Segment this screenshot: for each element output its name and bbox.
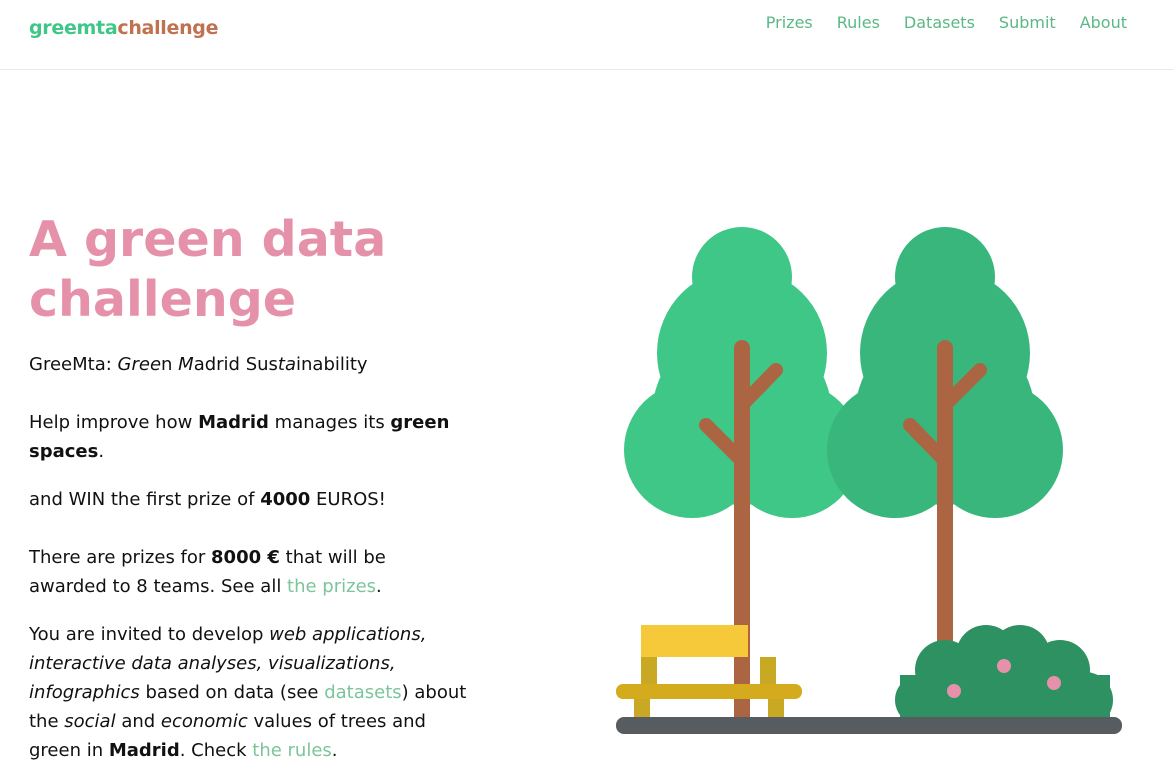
prizes-link[interactable]: the prizes: [287, 576, 376, 597]
hero-title: A green data challenge: [29, 211, 387, 328]
prizes-total-paragraph: There are prizes for 8000 € that will be…: [29, 547, 386, 597]
nav-about[interactable]: About: [1080, 13, 1127, 32]
prize-paragraph: and WIN the first prize of 4000 EUROS!: [29, 489, 386, 510]
logo-part-green: greemta: [29, 17, 118, 39]
acronym-line: GreeMta: Green Madrid Sustainability: [29, 354, 368, 375]
bench-icon: [616, 625, 802, 719]
ground-line: [616, 717, 1122, 734]
intro-paragraph: Help improve how Madrid manages its gree…: [29, 412, 450, 462]
site-header: greemtachallenge Prizes Rules Datasets S…: [0, 0, 1173, 70]
main-nav: Prizes Rules Datasets Submit About: [766, 13, 1127, 32]
nav-datasets[interactable]: Datasets: [904, 13, 975, 32]
logo-part-brown: challenge: [117, 17, 219, 39]
right-tree-icon: [827, 227, 1063, 670]
invitation-paragraph: You are invited to develop web applicati…: [29, 624, 467, 761]
rules-link[interactable]: the rules: [252, 740, 332, 761]
site-logo[interactable]: greemtachallenge: [29, 17, 219, 39]
bush-icon: [895, 625, 1113, 728]
nav-rules[interactable]: Rules: [837, 13, 880, 32]
nav-prizes[interactable]: Prizes: [766, 13, 813, 32]
trees-bench-bush-illustration: [616, 227, 1122, 734]
datasets-link[interactable]: datasets: [324, 682, 401, 703]
nav-submit[interactable]: Submit: [999, 13, 1056, 32]
